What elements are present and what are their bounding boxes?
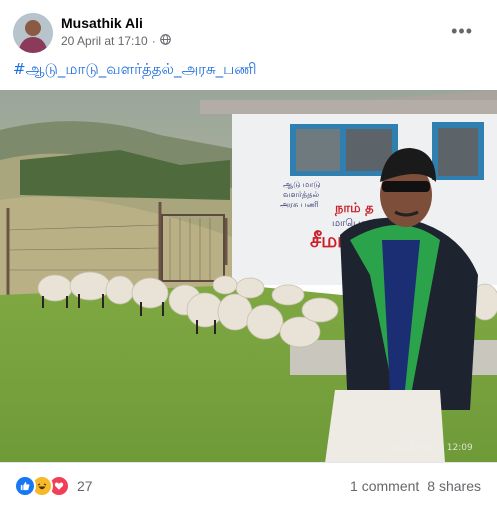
post-footer: 27 1 comment 8 shares	[0, 463, 497, 507]
reactions-summary[interactable]: 27	[14, 475, 93, 497]
post-photo[interactable]: ஆடு மாடு வளர்த்தல் அரசு பணி நாம் த மாபெர…	[0, 90, 497, 463]
author-name[interactable]: Musathik Ali	[61, 15, 143, 31]
globe-icon[interactable]	[159, 34, 171, 48]
more-options-button[interactable]: •••	[451, 21, 473, 42]
post-header: Musathik Ali 20 April at 17:10 · •••	[13, 13, 485, 53]
wall-text-line3: அரசு பணி	[280, 200, 319, 209]
post-timestamp[interactable]: 20 April at 17:10	[61, 34, 148, 48]
author-avatar[interactable]	[13, 13, 53, 53]
reaction-count: 27	[77, 478, 93, 494]
photo-timestamp-watermark: 2021/04/19 12:09	[392, 443, 473, 453]
post-hashtag-link[interactable]: #ஆடு_மாடு_வளர்த்தல்_அரசு_பணி	[13, 60, 257, 80]
engagement-stats: 1 comment 8 shares	[350, 478, 481, 494]
shares-count-link[interactable]: 8 shares	[427, 478, 481, 494]
post-meta: 20 April at 17:10 ·	[61, 34, 171, 48]
facebook-post-card: Musathik Ali 20 April at 17:10 · ••• #ஆட…	[0, 0, 497, 507]
wall-text-banner: நாம் த	[334, 201, 374, 216]
wall-text-line2: வளர்த்தல்	[283, 190, 319, 199]
comments-count-link[interactable]: 1 comment	[350, 478, 419, 494]
like-reaction-icon	[14, 475, 36, 497]
wall-text-line1: ஆடு மாடு	[283, 180, 321, 189]
meta-separator: ·	[151, 34, 156, 48]
